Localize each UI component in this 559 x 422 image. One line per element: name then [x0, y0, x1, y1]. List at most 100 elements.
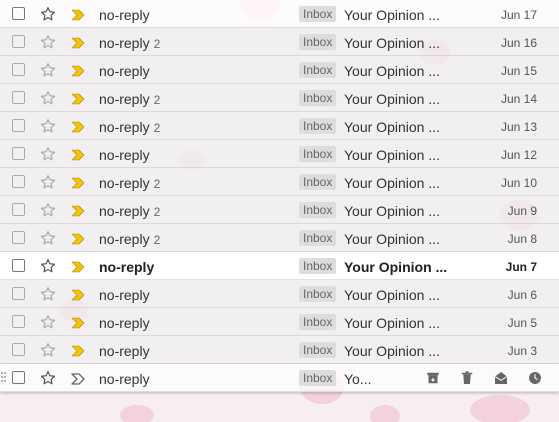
- message-row[interactable]: no-reply Inbox Your Opinion ... Jun 12: [0, 140, 559, 168]
- importance-marker-icon[interactable]: [71, 120, 87, 133]
- sender-name: no-reply 2: [99, 203, 160, 219]
- checkbox-icon[interactable]: [12, 175, 25, 188]
- date-text: Jun 17: [500, 8, 537, 22]
- date-text: Jun 16: [500, 36, 537, 50]
- message-row[interactable]: no-reply 2 Inbox Your Opinion ... Jun 13: [0, 112, 559, 140]
- message-row[interactable]: no-reply 2 Inbox Your Opinion ... Jun 9: [0, 196, 559, 224]
- star-icon[interactable]: [39, 33, 57, 51]
- sender-name: no-reply 2: [99, 35, 160, 51]
- inbox-label[interactable]: Inbox: [299, 370, 337, 386]
- inbox-label[interactable]: Inbox: [299, 62, 337, 78]
- message-row[interactable]: no-reply 2 Inbox Your Opinion ... Jun 10: [0, 168, 559, 196]
- inbox-label[interactable]: Inbox: [299, 174, 337, 190]
- importance-marker-icon[interactable]: [71, 372, 87, 385]
- importance-marker-icon[interactable]: [71, 176, 87, 189]
- importance-marker-icon[interactable]: [71, 92, 87, 105]
- inbox-label[interactable]: Inbox: [299, 34, 337, 50]
- importance-marker-icon[interactable]: [71, 8, 87, 21]
- message-row[interactable]: no-reply Inbox Your Opinion ... Jun 3: [0, 336, 559, 364]
- date-text: Jun 6: [507, 288, 537, 302]
- sender-name: no-reply: [99, 343, 154, 359]
- message-row[interactable]: no-reply Inbox Your Opinion ... Jun 7: [0, 252, 559, 280]
- sender-label: no-reply: [99, 35, 150, 51]
- open-envelope-icon[interactable]: [491, 368, 511, 388]
- importance-marker-icon[interactable]: [71, 204, 87, 217]
- star-icon[interactable]: [39, 173, 57, 191]
- importance-marker-icon[interactable]: [71, 36, 87, 49]
- message-row[interactable]: no-reply 2 Inbox Your Opinion ... Jun 8: [0, 224, 559, 252]
- checkbox-icon[interactable]: [12, 35, 25, 48]
- subject-text: Your Opinion ...: [344, 231, 440, 247]
- checkbox-icon[interactable]: [12, 287, 25, 300]
- importance-marker-icon[interactable]: [71, 64, 87, 77]
- clock-icon[interactable]: [525, 368, 545, 388]
- message-row[interactable]: no-reply Inbox Your Opinion ... Jun 15: [0, 56, 559, 84]
- checkbox-icon[interactable]: [12, 231, 25, 244]
- inbox-label[interactable]: Inbox: [299, 90, 337, 106]
- date-text: Jun 15: [500, 64, 537, 78]
- importance-marker-icon[interactable]: [71, 316, 87, 329]
- inbox-label[interactable]: Inbox: [299, 314, 337, 330]
- checkbox-icon[interactable]: [12, 315, 25, 328]
- importance-marker-icon[interactable]: [71, 288, 87, 301]
- inbox-label[interactable]: Inbox: [299, 146, 337, 162]
- star-icon[interactable]: [39, 285, 57, 303]
- sender-label: no-reply: [99, 63, 150, 79]
- thread-count: 2: [153, 205, 161, 219]
- checkbox-icon[interactable]: [12, 119, 25, 132]
- message-row[interactable]: no-reply 2 Inbox Your Opinion ... Jun 16: [0, 28, 559, 56]
- message-row[interactable]: no-reply Inbox Your Opinion ... Jun 5: [0, 308, 559, 336]
- star-icon[interactable]: [39, 229, 57, 247]
- star-icon[interactable]: [39, 117, 57, 135]
- checkbox-icon[interactable]: [12, 259, 25, 272]
- star-icon[interactable]: [39, 257, 57, 275]
- inbox-label[interactable]: Inbox: [299, 342, 337, 358]
- importance-marker-icon[interactable]: [71, 232, 87, 245]
- sender-name: no-reply: [99, 315, 154, 331]
- inbox-label[interactable]: Inbox: [299, 258, 337, 274]
- message-row[interactable]: no-reply 2 Inbox Your Opinion ... Jun 14: [0, 84, 559, 112]
- checkbox-icon[interactable]: [12, 63, 25, 76]
- inbox-label[interactable]: Inbox: [299, 202, 337, 218]
- message-list: no-reply Inbox Your Opinion ... Jun 17 n…: [0, 0, 559, 392]
- star-icon[interactable]: [39, 89, 57, 107]
- sender-name: no-reply: [99, 371, 154, 387]
- inbox-label[interactable]: Inbox: [299, 6, 337, 22]
- star-icon[interactable]: [39, 61, 57, 79]
- thread-count: 2: [153, 233, 161, 247]
- message-row[interactable]: no-reply Inbox Yo...: [0, 364, 559, 392]
- subject-text: Your Opinion ...: [344, 7, 440, 23]
- sender-label: no-reply: [99, 147, 150, 163]
- checkbox-icon[interactable]: [12, 7, 25, 20]
- thread-count: 2: [153, 37, 161, 51]
- checkbox-icon[interactable]: [12, 147, 25, 160]
- star-icon[interactable]: [39, 341, 57, 359]
- subject-text: Your Opinion ...: [344, 259, 448, 275]
- checkbox-icon[interactable]: [12, 371, 25, 384]
- sender-label: no-reply: [99, 259, 155, 275]
- message-row[interactable]: no-reply Inbox Your Opinion ... Jun 17: [0, 0, 559, 28]
- importance-marker-icon[interactable]: [71, 260, 87, 273]
- sender-name: no-reply 2: [99, 231, 160, 247]
- star-icon[interactable]: [39, 313, 57, 331]
- sender-label: no-reply: [99, 203, 150, 219]
- inbox-label[interactable]: Inbox: [299, 286, 337, 302]
- thread-count: 2: [153, 93, 161, 107]
- star-icon[interactable]: [39, 145, 57, 163]
- subject-text: Your Opinion ...: [344, 147, 440, 163]
- drag-handle-icon[interactable]: [1, 372, 7, 384]
- star-icon[interactable]: [39, 5, 57, 23]
- star-icon[interactable]: [39, 201, 57, 219]
- importance-marker-icon[interactable]: [71, 148, 87, 161]
- checkbox-icon[interactable]: [12, 343, 25, 356]
- message-row[interactable]: no-reply Inbox Your Opinion ... Jun 6: [0, 280, 559, 308]
- inbox-label[interactable]: Inbox: [299, 118, 337, 134]
- date-text: Jun 8: [507, 232, 537, 246]
- trash-icon[interactable]: [457, 368, 477, 388]
- star-icon[interactable]: [39, 369, 57, 387]
- checkbox-icon[interactable]: [12, 203, 25, 216]
- archive-icon[interactable]: [423, 368, 443, 388]
- inbox-label[interactable]: Inbox: [299, 230, 337, 246]
- importance-marker-icon[interactable]: [71, 344, 87, 357]
- checkbox-icon[interactable]: [12, 91, 25, 104]
